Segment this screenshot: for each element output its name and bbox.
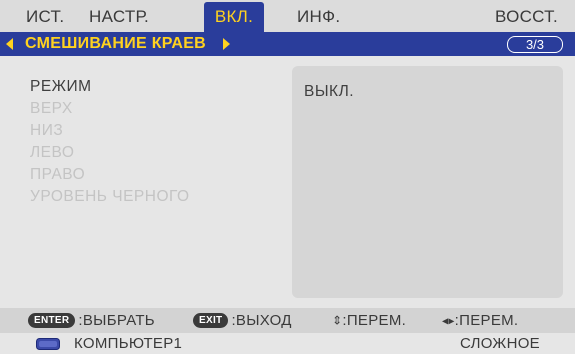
menu-item-left: ЛЕВО bbox=[30, 144, 75, 161]
value-panel: ВЫКЛ. bbox=[292, 66, 563, 298]
computer-input-icon bbox=[36, 338, 60, 350]
hint-move-vertical-label: :ПЕРЕМ. bbox=[342, 312, 407, 329]
menu-item-mode[interactable]: РЕЖИМ bbox=[30, 78, 92, 96]
menu-mode-label: СЛОЖНОЕ bbox=[460, 335, 540, 352]
hint-move-horizontal: ◂▸:ПЕРЕМ. bbox=[442, 308, 518, 333]
up-down-arrow-icon: ⇕ bbox=[332, 313, 343, 328]
menu-item-black-level: УРОВЕНЬ ЧЕРНОГО bbox=[30, 188, 190, 205]
page-indicator: 3/3 bbox=[507, 36, 563, 53]
tab-info[interactable]: ИНФ. bbox=[297, 2, 340, 32]
hint-move-horizontal-label: :ПЕРЕМ. bbox=[454, 312, 519, 329]
hint-select: ENTER:ВЫБРАТЬ bbox=[28, 308, 155, 333]
hint-exit-label: :ВЫХОД bbox=[231, 312, 292, 329]
hint-move-vertical: ⇕:ПЕРЕМ. bbox=[332, 308, 406, 333]
key-hints-bar: ENTER:ВЫБРАТЬ EXIT:ВЫХОД ⇕:ПЕРЕМ. ◂▸:ПЕР… bbox=[0, 308, 575, 333]
mode-value[interactable]: ВЫКЛ. bbox=[304, 83, 354, 101]
status-bar: КОМПЬЮТЕР1 СЛОЖНОЕ bbox=[0, 333, 575, 354]
hint-select-label: :ВЫБРАТЬ bbox=[78, 312, 155, 329]
submenu-title: СМЕШИВАНИЕ КРАЕВ bbox=[25, 35, 207, 52]
menu-item-top: ВЕРХ bbox=[30, 100, 73, 117]
menu-tab-bar: ИСТ. НАСТР. ВКЛ. ИНФ. ВОССТ. bbox=[0, 0, 575, 32]
input-source-label: КОМПЬЮТЕР1 bbox=[74, 335, 183, 352]
exit-key-icon: EXIT bbox=[193, 312, 229, 328]
enter-key-icon: ENTER bbox=[28, 312, 76, 328]
tab-setup[interactable]: НАСТР. bbox=[89, 2, 149, 32]
menu-item-bottom: НИЗ bbox=[30, 122, 64, 139]
tab-on[interactable]: ВКЛ. bbox=[204, 2, 264, 32]
tab-source[interactable]: ИСТ. bbox=[26, 2, 64, 32]
left-right-arrow-icon: ◂▸ bbox=[442, 313, 455, 328]
menu-item-right: ПРАВО bbox=[30, 166, 86, 183]
hint-exit: EXIT:ВЫХОД bbox=[193, 308, 292, 333]
tab-reset[interactable]: ВОССТ. bbox=[495, 2, 558, 32]
arrow-left-icon[interactable] bbox=[6, 38, 13, 50]
submenu-header: СМЕШИВАНИЕ КРАЕВ 3/3 bbox=[0, 32, 575, 56]
arrow-right-icon[interactable] bbox=[223, 38, 230, 50]
settings-panel: РЕЖИМ ВЕРХ НИЗ ЛЕВО ПРАВО УРОВЕНЬ ЧЕРНОГ… bbox=[0, 56, 575, 308]
